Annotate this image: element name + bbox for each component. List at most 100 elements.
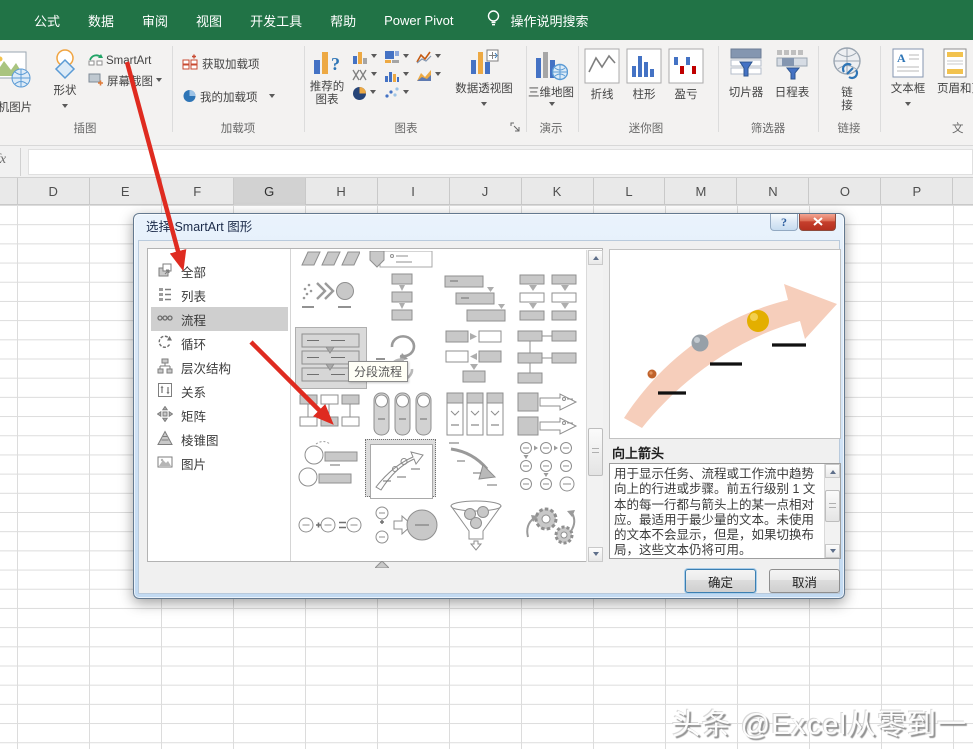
smartart-thumbnail[interactable] [298,273,362,328]
sparkline-line-button[interactable]: 折线 [583,48,621,102]
smartart-thumbnail[interactable] [443,499,511,558]
insert-hierarchy-chart-button[interactable] [384,50,409,64]
column-header-P[interactable]: P [881,178,953,205]
insert-function-button[interactable]: fx [0,152,16,172]
insert-scatter-chart-button[interactable] [384,86,409,100]
column-header-partial[interactable] [953,178,973,205]
category-label: 关系 [181,382,206,401]
online-pictures-button[interactable]: 机图片 [0,102,44,115]
smartart-thumbnail[interactable] [298,391,362,442]
dialog-close-button[interactable] [799,214,836,231]
category-cycle[interactable]: 循环 [151,331,288,355]
slicer-button[interactable]: 切片器 [724,48,768,100]
smartart-thumbnail[interactable] [370,391,434,442]
3d-map-dropdown-icon [549,102,555,109]
link-button[interactable]: 链接 [824,44,870,113]
smartart-thumbnail-partial[interactable] [368,251,434,274]
my-addins-button[interactable]: 我的加载项 [182,88,275,106]
recommended-charts-button[interactable]: ? 推荐的图表 [305,48,349,107]
column-header-I[interactable]: I [378,178,450,205]
ok-button[interactable]: 确定 [685,569,756,593]
get-addins-button[interactable]: 获取加载项 [182,54,260,73]
category-label: 循环 [181,334,206,353]
screenshot-button[interactable]: 屏幕截图 [88,72,162,90]
column-header-N[interactable]: N [737,178,809,205]
category-hierarchy[interactable]: 层次结构 [151,355,288,379]
insert-stock-chart-button[interactable] [352,68,377,82]
tab-power-pivot[interactable]: Power Pivot [370,0,467,40]
smartart-thumbnail-upward-arrow[interactable] [365,439,436,497]
tab-data[interactable]: 数据 [74,0,128,40]
hierarchy-icon [157,358,173,377]
dialog-title[interactable]: 选择 SmartArt 图形 [146,214,252,240]
charts-dialog-launcher[interactable] [510,120,521,138]
tab-review[interactable]: 审阅 [128,0,182,40]
category-relationship[interactable]: 关系 [151,379,288,403]
description-scroll-up-button[interactable] [825,464,840,478]
sparkline-winloss-button[interactable]: 盈亏 [667,48,705,102]
category-list-type[interactable]: 列表 [151,283,288,307]
insert-column-chart-button[interactable] [352,50,377,64]
category-process[interactable]: 流程 [151,307,288,331]
tab-formulas[interactable]: 公式 [20,0,74,40]
3d-map-button[interactable]: 三维地图 [528,48,574,113]
textbox-button[interactable]: A 文本框 [886,48,930,114]
smartart-button[interactable]: SmartArt [88,52,151,69]
category-picture[interactable]: 图片 [151,451,288,475]
description-scroll-down-button[interactable] [825,544,840,558]
smartart-thumbnail-partial[interactable] [298,251,360,272]
column-header-L[interactable]: L [594,178,666,205]
gallery-scrollbar-thumb[interactable] [588,428,603,476]
dropdown-icon [371,54,377,61]
gallery-scroll-down-button[interactable] [588,547,603,562]
column-header-K[interactable]: K [522,178,594,205]
column-header-M[interactable]: M [665,178,737,205]
cycle-icon [157,334,173,353]
formula-input[interactable] [28,149,973,175]
header-footer-button[interactable]: 页眉和页 [932,48,973,96]
shapes-button[interactable]: 形状 [44,48,86,118]
gallery-scroll-up-button[interactable] [588,250,603,265]
column-header-E[interactable]: E [90,178,162,205]
smartart-thumbnail[interactable] [516,273,580,328]
timeline-button[interactable]: 日程表 [770,48,814,100]
column-header-J[interactable]: J [450,178,522,205]
cancel-button[interactable]: 取消 [769,569,840,593]
insert-area-chart-button[interactable] [416,68,441,82]
textbox-label: 文本框 [886,83,930,96]
smartart-thumbnail-partial[interactable] [375,555,389,573]
column-header-O[interactable]: O [809,178,881,205]
smartart-thumbnail[interactable] [370,499,438,558]
column-header-H[interactable]: H [306,178,378,205]
insert-bar-chart-button[interactable] [384,68,409,82]
column-header-partial[interactable] [0,178,18,205]
smartart-thumbnail[interactable] [516,439,580,500]
insert-line-chart-button[interactable] [416,50,441,64]
smartart-thumbnail[interactable] [443,439,507,500]
category-matrix[interactable]: 矩阵 [151,403,288,427]
smartart-thumbnail[interactable] [443,273,507,328]
dropdown-icon [403,90,409,97]
tab-help[interactable]: 帮助 [316,0,370,40]
smartart-thumbnail[interactable] [443,329,507,390]
smartart-thumbnail[interactable] [296,503,364,554]
smartart-thumbnail[interactable] [370,273,434,328]
smartart-thumbnail[interactable] [298,439,362,500]
category-all[interactable]: 全部 [151,259,288,283]
smartart-thumbnail[interactable] [443,391,507,442]
tab-view[interactable]: 视图 [182,0,236,40]
insert-pie-chart-button[interactable] [352,86,376,101]
column-header-D[interactable]: D [18,178,90,205]
category-pyramid[interactable]: 棱锥图 [151,427,288,451]
smartart-thumbnail[interactable] [516,391,580,442]
pivotchart-button[interactable]: 数据透视图 [446,48,522,114]
tab-developer[interactable]: 开发工具 [236,0,316,40]
column-header-G[interactable]: G [234,178,306,207]
sparkline-column-button[interactable]: 柱形 [625,48,663,102]
column-header-F[interactable]: F [162,178,234,205]
dialog-help-button[interactable]: ? [770,214,798,231]
tell-me-search[interactable]: 操作说明搜索 [508,0,602,40]
smartart-thumbnail[interactable] [516,329,580,390]
description-scrollbar-thumb[interactable] [825,490,840,522]
smartart-thumbnail[interactable] [516,499,584,558]
